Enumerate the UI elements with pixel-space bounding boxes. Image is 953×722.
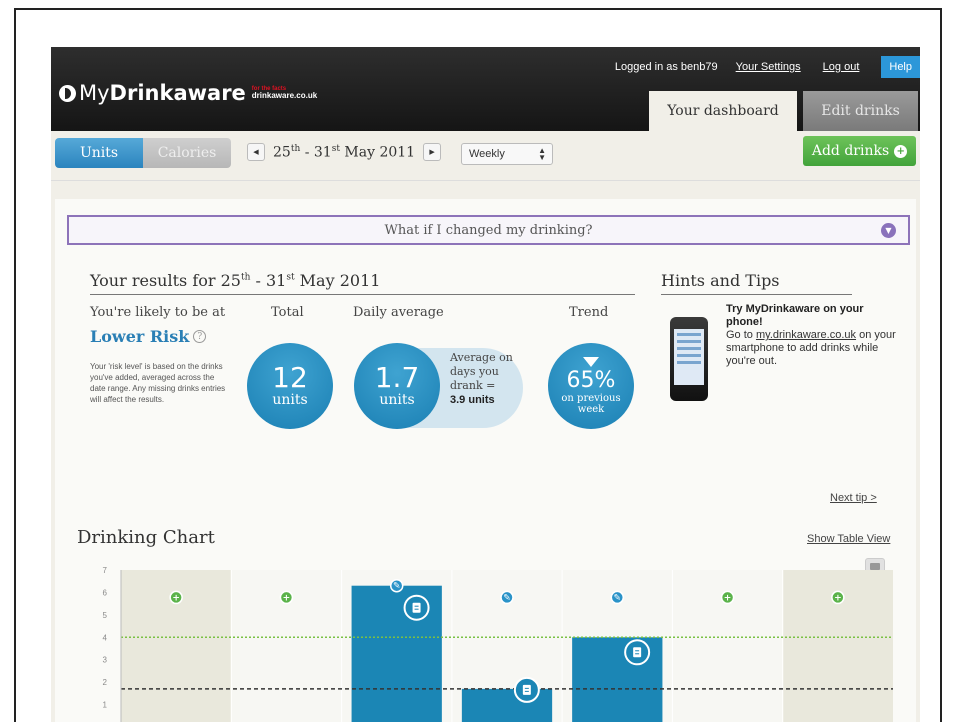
account-links: Logged in as benb79 Your Settings Log ou…: [615, 56, 920, 78]
next-tip-link[interactable]: Next tip >: [830, 492, 877, 504]
risk-heading: You're likely to be at: [90, 305, 226, 320]
logged-in-text: Logged in as benb79: [614, 61, 718, 73]
drinking-chart-title: Drinking Chart: [77, 527, 215, 548]
daily-average-label: units: [379, 392, 415, 408]
help-button[interactable]: Help: [881, 56, 920, 78]
what-if-label: What if I changed my drinking?: [384, 222, 593, 238]
add-day-icon-glyph: +: [724, 593, 732, 603]
trend-down-arrow-icon: [583, 357, 599, 367]
logo-prefix: My: [79, 81, 110, 105]
date-navigator: ◀ 25th - 31st May 2011 ▶: [247, 143, 442, 161]
trend-circle: 65% on previous week: [548, 343, 634, 429]
edit-day-icon-glyph: ✎: [614, 593, 622, 603]
add-drinks-label: Add drinks: [811, 143, 890, 159]
tip-title: Try MyDrinkaware on your phone!: [726, 303, 864, 328]
add-drinks-button[interactable]: Add drinks +: [803, 136, 916, 166]
y-tick-label: 2: [103, 678, 108, 687]
trend-label-2: week: [577, 404, 605, 415]
total-units-value: 12: [272, 361, 308, 394]
y-tick-label: 4: [103, 633, 108, 642]
note-icon-page: [412, 602, 421, 613]
risk-level-value: Lower Risk: [90, 327, 190, 346]
next-arrow-icon[interactable]: ▶: [423, 143, 442, 161]
date-range-label: 25th - 31st May 2011: [273, 143, 416, 161]
period-select-value: Weekly: [469, 148, 505, 160]
edit-day-icon-glyph: ✎: [393, 582, 401, 592]
logo[interactable]: My Drinkaware for the facts drinkaware.c…: [59, 81, 317, 105]
show-table-view-link[interactable]: Show Table View: [807, 533, 890, 545]
note-icon-page: [633, 647, 642, 658]
logo-tagline-url: drinkaware.co.uk: [251, 91, 318, 100]
daily-average-value: 1.7: [374, 361, 420, 394]
y-tick-label: 1: [103, 701, 108, 710]
smartphone-image: [670, 317, 708, 401]
trend-label-1: on previous: [561, 393, 621, 404]
y-tick-label: 7: [103, 566, 108, 575]
header: My Drinkaware for the facts drinkaware.c…: [51, 47, 920, 131]
hints-title: Hints and Tips: [661, 271, 852, 295]
total-units-label: units: [272, 392, 308, 408]
y-tick-label: 6: [103, 588, 108, 597]
help-question-icon[interactable]: ?: [193, 330, 207, 343]
logout-link[interactable]: Log out: [823, 61, 860, 73]
daily-average-circle: 1.7 units: [354, 343, 440, 429]
chevron-down-icon[interactable]: ▼: [881, 223, 896, 238]
tab-dashboard[interactable]: Your dashboard: [649, 91, 797, 131]
edit-day-icon-glyph: ✎: [503, 593, 511, 603]
period-select[interactable]: Weekly ▲ ▼: [461, 143, 553, 165]
dashboard-content: What if I changed my drinking? ▼ Your re…: [55, 199, 916, 722]
y-tick-label: 3: [103, 656, 108, 665]
logo-mark-icon: [59, 84, 76, 102]
add-day-icon-glyph: +: [834, 593, 842, 603]
add-day-icon-glyph: +: [283, 593, 291, 603]
daily-average-heading: Daily average: [353, 305, 444, 320]
risk-level: Lower Risk ?: [90, 327, 207, 346]
y-tick-label: 5: [103, 611, 108, 620]
mydrinkaware-app: My Drinkaware for the facts drinkaware.c…: [51, 47, 920, 722]
units-calories-toggle: Units Calories: [55, 138, 231, 168]
units-toggle-button[interactable]: Units: [55, 138, 143, 168]
tip-link[interactable]: my.drinkaware.co.uk: [756, 329, 856, 341]
add-plus-icon: +: [894, 144, 908, 158]
logo-brand: Drinkaware: [109, 81, 246, 105]
toolbar: Units Calories ◀ 25th - 31st May 2011 ▶ …: [51, 131, 920, 181]
add-day-icon-glyph: +: [172, 593, 180, 603]
total-heading: Total: [271, 305, 304, 320]
trend-heading: Trend: [569, 305, 609, 320]
total-units-circle: 12 units: [247, 343, 333, 429]
note-icon-page: [522, 684, 531, 695]
risk-note: Your 'risk level' is based on the drinks…: [90, 362, 226, 404]
calories-toggle-button[interactable]: Calories: [143, 138, 231, 168]
average-drinking-days-note: Average on days you drank = 3.9 units: [450, 351, 513, 406]
tip-body: Go to my.drinkaware.co.uk on your smartp…: [726, 329, 896, 367]
settings-link[interactable]: Your Settings: [736, 61, 801, 73]
what-if-panel[interactable]: What if I changed my drinking? ▼: [67, 215, 910, 245]
select-caret-icon: ▲ ▼: [538, 146, 546, 162]
trend-value: 65%: [566, 368, 616, 393]
logo-tagline: for the facts drinkaware.co.uk: [252, 86, 317, 100]
results-title: Your results for 25th - 31st May 2011: [90, 271, 635, 295]
drinking-chart: 01234567Wed 25thThu 26thFri 27thSat 28th…: [103, 566, 893, 722]
tab-edit-drinks[interactable]: Edit drinks: [803, 91, 918, 131]
average-drinking-days-value: 3.9 units: [450, 394, 495, 406]
prev-arrow-icon[interactable]: ◀: [247, 143, 265, 161]
